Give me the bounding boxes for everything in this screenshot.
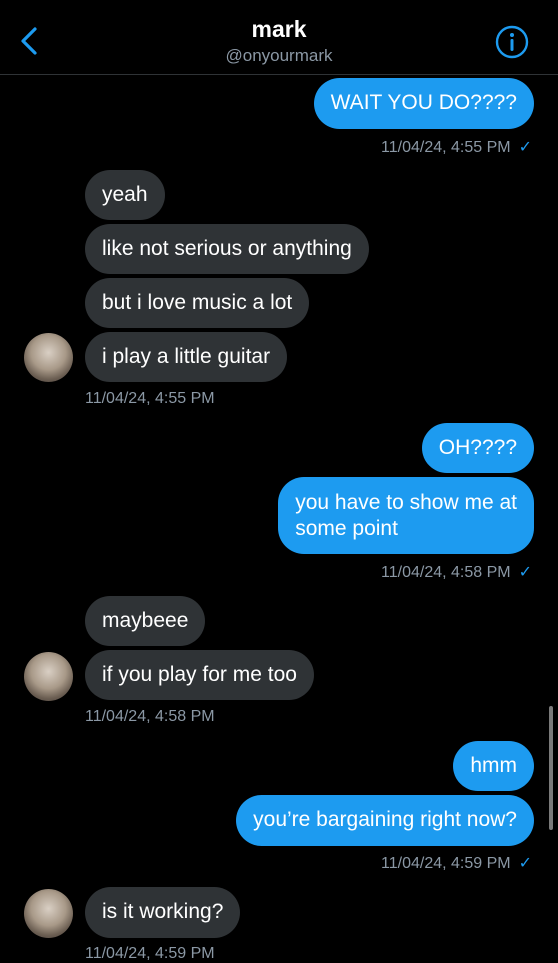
scrollbar[interactable] — [549, 706, 553, 830]
incoming-message[interactable]: maybeee — [85, 596, 206, 646]
message-timestamp: 11/04/24, 4:58 PM — [85, 708, 215, 725]
message-timestamp: 11/04/24, 4:55 PM — [85, 390, 215, 407]
outgoing-message[interactable]: you have to show me at some point — [278, 477, 534, 554]
check-icon: ✓ — [518, 855, 532, 872]
incoming-message[interactable]: is it working? — [85, 887, 241, 938]
contact-name[interactable]: mark — [0, 16, 558, 43]
outgoing-message[interactable]: OH???? — [421, 423, 534, 473]
message-timestamp: 11/04/24, 4:55 PM ✓ — [381, 139, 532, 156]
contact-handle: @onyourmark — [225, 46, 333, 65]
message-timestamp: 11/04/24, 4:59 PM — [85, 945, 215, 962]
message-timestamp: 11/04/24, 4:58 PM ✓ — [381, 564, 532, 581]
chat-header: mark @onyourmark — [0, 0, 558, 75]
avatar[interactable] — [24, 333, 73, 382]
incoming-message[interactable]: yeah — [85, 170, 165, 220]
incoming-message[interactable]: like not serious or anything — [85, 224, 369, 274]
outgoing-message[interactable]: WAIT YOU DO???? — [313, 78, 534, 129]
incoming-message[interactable]: if you play for me too — [85, 650, 314, 700]
check-icon: ✓ — [518, 564, 532, 581]
info-icon[interactable] — [495, 25, 529, 59]
incoming-message[interactable]: i play a little guitar — [85, 332, 288, 382]
incoming-message[interactable]: but i love music a lot — [85, 278, 310, 328]
outgoing-message[interactable]: you’re bargaining right now? — [236, 795, 534, 846]
avatar[interactable] — [24, 889, 73, 938]
check-icon: ✓ — [518, 139, 532, 156]
outgoing-message[interactable]: hmm — [453, 741, 534, 791]
avatar[interactable] — [24, 652, 73, 701]
message-timestamp: 11/04/24, 4:59 PM ✓ — [381, 855, 532, 872]
